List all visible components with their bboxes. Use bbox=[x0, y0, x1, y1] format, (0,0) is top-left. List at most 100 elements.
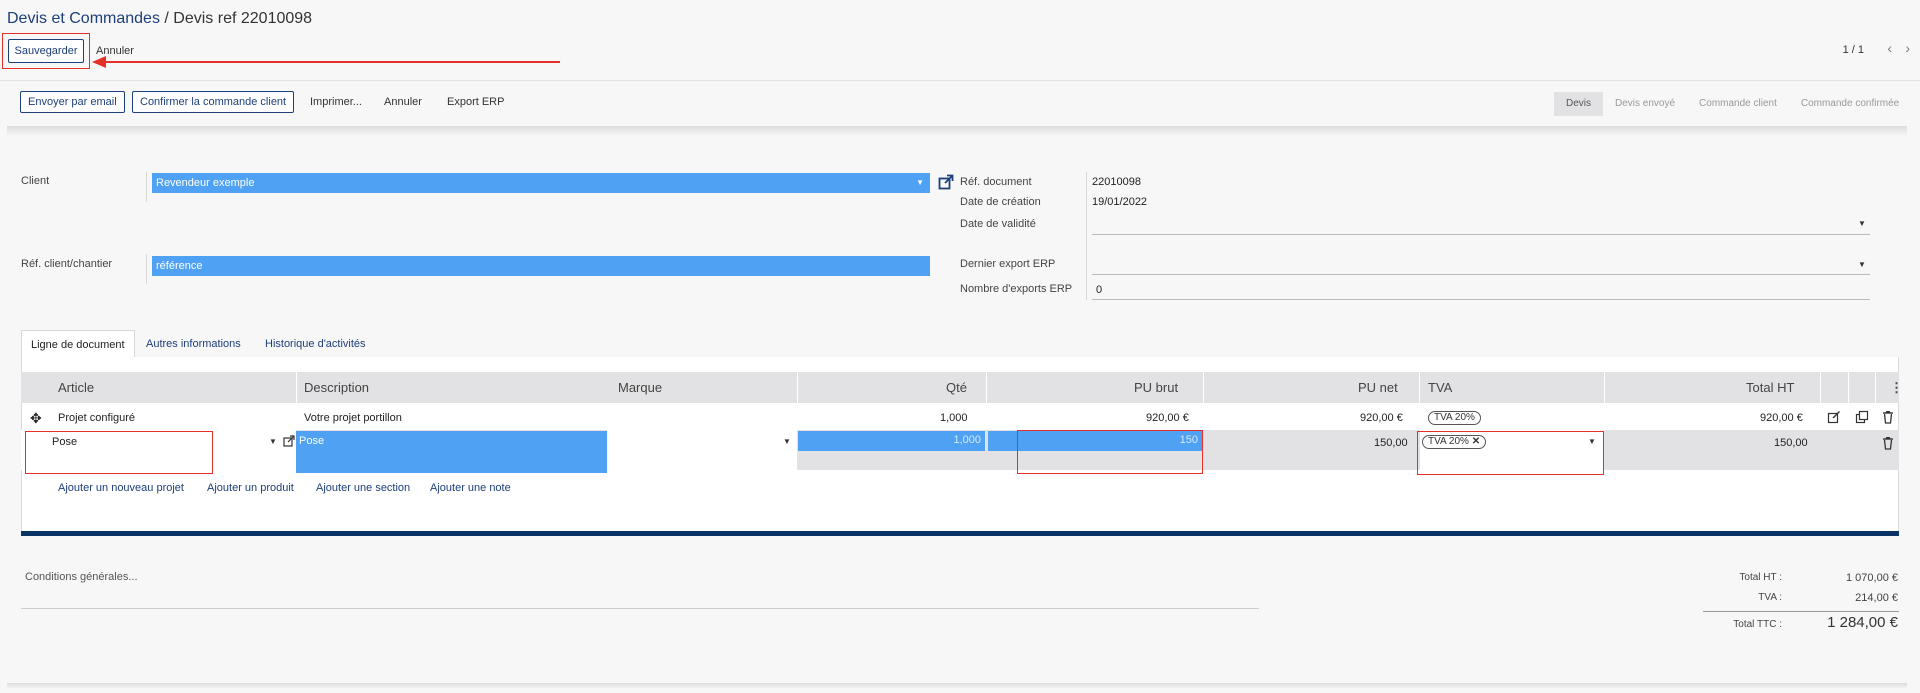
add-product-link[interactable]: Ajouter un produit bbox=[207, 482, 294, 494]
confirm-order-button[interactable]: Confirmer la commande client bbox=[132, 91, 295, 113]
header-unit-price-gross[interactable]: PU brut bbox=[1134, 372, 1178, 403]
duplicate-icon[interactable] bbox=[1855, 410, 1869, 424]
total-ht-label: Total HT : bbox=[1739, 572, 1782, 583]
row1-unit-price-gross[interactable]: 920,00 € bbox=[1146, 412, 1189, 424]
column-separator bbox=[1848, 372, 1849, 403]
external-link-icon[interactable] bbox=[283, 435, 295, 447]
chevron-down-icon[interactable]: ▼ bbox=[1858, 219, 1866, 228]
chevron-down-icon[interactable]: ▼ bbox=[1858, 260, 1866, 269]
edit-icon[interactable] bbox=[1827, 410, 1841, 424]
column-separator bbox=[1820, 372, 1821, 403]
column-separator bbox=[1604, 372, 1605, 403]
client-ref-field[interactable]: référence bbox=[152, 256, 930, 276]
chevron-down-icon[interactable]: ▼ bbox=[916, 173, 924, 193]
validity-date-label: Date de validité bbox=[960, 218, 1036, 230]
add-project-link[interactable]: Ajouter un nouveau projet bbox=[58, 482, 184, 494]
tab-activity-history[interactable]: Historique d'activités bbox=[256, 330, 375, 358]
client-ref-value: référence bbox=[156, 260, 203, 272]
created-date-label: Date de création bbox=[960, 196, 1041, 208]
chevron-down-icon[interactable]: ▼ bbox=[783, 437, 791, 446]
tax-label: TVA : bbox=[1758, 592, 1782, 603]
client-ref-label: Réf. client/chantier bbox=[21, 258, 113, 270]
column-separator bbox=[986, 372, 987, 403]
print-button[interactable]: Imprimer... bbox=[310, 96, 362, 108]
total-ttc-value: 1 284,00 € bbox=[1827, 614, 1898, 631]
total-ht-value: 1 070,00 € bbox=[1846, 572, 1898, 584]
row2-total: 150,00 bbox=[1774, 437, 1808, 449]
column-separator bbox=[1419, 372, 1420, 403]
row1-qty[interactable]: 1,000 bbox=[940, 412, 968, 424]
header-total-ht[interactable]: Total HT bbox=[1746, 372, 1794, 403]
header-brand[interactable]: Marque bbox=[618, 372, 662, 403]
status-bar: Devis Devis envoyé Commande client Comma… bbox=[1554, 92, 1911, 116]
terms-underline bbox=[21, 608, 1259, 609]
breadcrumb-parent-link[interactable]: Devis et Commandes bbox=[7, 10, 160, 27]
column-separator bbox=[1875, 372, 1876, 403]
totals-divider bbox=[1703, 611, 1899, 612]
tab-other-info[interactable]: Autres informations bbox=[137, 330, 250, 358]
breadcrumb-current: Devis ref 22010098 bbox=[173, 10, 313, 27]
client-value: Revendeur exemple bbox=[156, 177, 255, 189]
row1-unit-price-net[interactable]: 920,00 € bbox=[1360, 412, 1403, 424]
tax-value: 214,00 € bbox=[1855, 592, 1898, 604]
column-options-icon[interactable]: ⋮ bbox=[1890, 380, 1903, 396]
breadcrumb: Devis et Commandes / Devis ref 22010098 bbox=[7, 10, 312, 28]
terms-field[interactable]: Conditions générales... bbox=[25, 571, 138, 583]
header-qty[interactable]: Qté bbox=[946, 372, 967, 403]
column-separator bbox=[296, 372, 297, 403]
header-divider bbox=[0, 80, 1920, 81]
trash-icon[interactable] bbox=[1882, 436, 1894, 450]
drag-handle-icon[interactable]: ✥ bbox=[30, 410, 42, 427]
doc-ref-label: Réf. document bbox=[960, 176, 1032, 188]
export-erp-button[interactable]: Export ERP bbox=[447, 96, 504, 108]
annotation-highlight-price bbox=[1017, 430, 1203, 474]
chevron-down-icon[interactable]: ▼ bbox=[269, 437, 277, 446]
validity-date-field[interactable] bbox=[1092, 234, 1870, 235]
send-email-button[interactable]: Envoyer par email bbox=[20, 91, 125, 113]
field-separator bbox=[1086, 172, 1087, 300]
pager-next-icon[interactable]: › bbox=[1905, 40, 1910, 56]
pager-prev-icon[interactable]: ‹ bbox=[1887, 40, 1892, 56]
row2-qty-input[interactable]: 1,000 bbox=[798, 431, 985, 451]
field-separator bbox=[146, 172, 147, 202]
header-unit-price-net[interactable]: PU net bbox=[1358, 372, 1398, 403]
add-section-link[interactable]: Ajouter une section bbox=[316, 482, 410, 494]
client-field[interactable]: Revendeur exemple ▼ bbox=[152, 173, 930, 193]
row1-description[interactable]: Votre projet portillon bbox=[304, 412, 402, 424]
row2-brand-cell[interactable] bbox=[607, 430, 797, 470]
row1-total[interactable]: 920,00 € bbox=[1760, 412, 1803, 424]
column-separator bbox=[797, 372, 798, 403]
tab-document-lines[interactable]: Ligne de document bbox=[21, 330, 135, 358]
client-label: Client bbox=[21, 175, 50, 187]
row1-article[interactable]: Projet configuré bbox=[58, 412, 135, 424]
annotation-arrow bbox=[92, 56, 560, 68]
table-bottom-bar bbox=[21, 531, 1899, 536]
external-link-icon[interactable] bbox=[938, 174, 954, 190]
status-stage-quote[interactable]: Devis bbox=[1554, 92, 1604, 116]
annotation-highlight-article bbox=[25, 431, 213, 474]
export-count-underline bbox=[1092, 299, 1870, 300]
doc-ref-value: 22010098 bbox=[1092, 176, 1141, 188]
action-bar-shadow bbox=[7, 126, 1907, 136]
last-export-label: Dernier export ERP bbox=[960, 258, 1056, 270]
status-stage-sent[interactable]: Devis envoyé bbox=[1603, 92, 1687, 116]
annotation-highlight-tax bbox=[1417, 431, 1604, 475]
status-stage-order[interactable]: Commande client bbox=[1687, 92, 1789, 116]
add-note-link[interactable]: Ajouter une note bbox=[430, 482, 511, 494]
header-tax[interactable]: TVA bbox=[1428, 372, 1452, 403]
pager-counter: 1 / 1 bbox=[1842, 44, 1864, 56]
created-date-value: 19/01/2022 bbox=[1092, 196, 1148, 208]
export-count-value[interactable]: 0 bbox=[1096, 284, 1102, 296]
row2-description-input[interactable]: Pose bbox=[296, 431, 607, 473]
total-ttc-label: Total TTC : bbox=[1733, 619, 1782, 630]
cancel-quote-button[interactable]: Annuler bbox=[384, 96, 422, 108]
header-article[interactable]: Article bbox=[58, 372, 94, 403]
trash-icon[interactable] bbox=[1882, 410, 1894, 424]
last-export-field[interactable] bbox=[1092, 274, 1870, 275]
status-stage-confirmed[interactable]: Commande confirmée bbox=[1789, 92, 1911, 116]
export-count-label: Nombre d'exports ERP bbox=[960, 283, 1073, 295]
row1-tax-badge: TVA 20% bbox=[1428, 411, 1481, 425]
save-button[interactable]: Sauvegarder bbox=[8, 39, 84, 63]
row2-unit-price-net: 150,00 bbox=[1374, 437, 1408, 449]
header-description[interactable]: Description bbox=[304, 372, 369, 403]
